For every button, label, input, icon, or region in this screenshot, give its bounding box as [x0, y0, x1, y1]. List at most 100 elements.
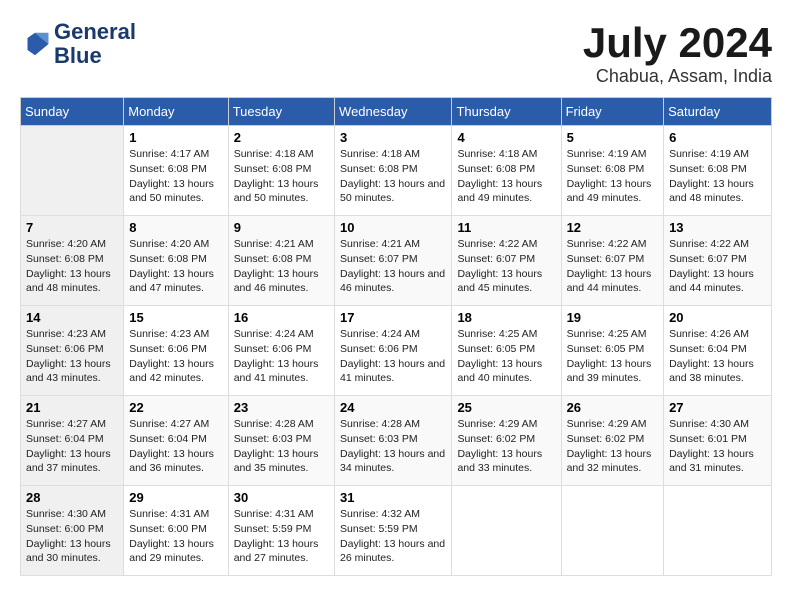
day-info: Sunrise: 4:28 AMSunset: 6:03 PMDaylight:…	[234, 417, 329, 476]
day-number: 10	[340, 220, 446, 235]
calendar-cell: 27 Sunrise: 4:30 AMSunset: 6:01 PMDayligh…	[664, 396, 772, 486]
calendar-cell: 11 Sunrise: 4:22 AMSunset: 6:07 PMDayligh…	[452, 216, 561, 306]
calendar-week-row: 14 Sunrise: 4:23 AMSunset: 6:06 PMDayligh…	[21, 306, 772, 396]
calendar-cell: 6Sunrise: 4:19 AMSunset: 6:08 PMDaylight…	[664, 126, 772, 216]
day-info: Sunrise: 4:22 AMSunset: 6:07 PMDaylight:…	[457, 237, 555, 296]
day-info: Sunrise: 4:21 AMSunset: 6:07 PMDaylight:…	[340, 237, 446, 296]
calendar-cell: 20 Sunrise: 4:26 AMSunset: 6:04 PMDayligh…	[664, 306, 772, 396]
month-year: July 2024	[583, 20, 772, 66]
location: Chabua, Assam, India	[583, 66, 772, 87]
calendar-cell: 2 Sunrise: 4:18 AMSunset: 6:08 PMDaylight…	[228, 126, 334, 216]
day-info: Sunrise: 4:19 AMSunset: 6:08 PMDaylight:…	[669, 147, 766, 206]
calendar-cell: 16Sunrise: 4:24 AMSunset: 6:06 PMDayligh…	[228, 306, 334, 396]
day-info: Sunrise: 4:22 AMSunset: 6:07 PMDaylight:…	[669, 237, 766, 296]
calendar-cell: 17 Sunrise: 4:24 AMSunset: 6:06 PMDayligh…	[335, 306, 452, 396]
day-number: 29	[129, 490, 222, 505]
calendar-cell: 4 Sunrise: 4:18 AMSunset: 6:08 PMDaylight…	[452, 126, 561, 216]
calendar-week-row: 7 Sunrise: 4:20 AMSunset: 6:08 PMDaylight…	[21, 216, 772, 306]
day-number: 4	[457, 130, 555, 145]
day-number: 2	[234, 130, 329, 145]
day-info: Sunrise: 4:26 AMSunset: 6:04 PMDaylight:…	[669, 327, 766, 386]
day-number: 17	[340, 310, 446, 325]
day-info: Sunrise: 4:30 AMSunset: 6:01 PMDaylight:…	[669, 417, 766, 476]
day-info: Sunrise: 4:24 AMSunset: 6:06 PMDaylight:…	[234, 327, 329, 386]
day-info: Sunrise: 4:18 AMSunset: 6:08 PMDaylight:…	[234, 147, 329, 206]
day-info: Sunrise: 4:17 AMSunset: 6:08 PMDaylight:…	[129, 147, 222, 206]
logo-line1: General	[54, 20, 136, 44]
day-info: Sunrise: 4:31 AMSunset: 6:00 PMDaylight:…	[129, 507, 222, 566]
calendar-cell	[664, 486, 772, 576]
calendar-header-row: Sunday Monday Tuesday Wednesday Thursday…	[21, 98, 772, 126]
day-number: 30	[234, 490, 329, 505]
day-info: Sunrise: 4:25 AMSunset: 6:05 PMDaylight:…	[457, 327, 555, 386]
day-number: 7	[26, 220, 118, 235]
day-info: Sunrise: 4:18 AMSunset: 6:08 PMDaylight:…	[457, 147, 555, 206]
logo: General Blue	[20, 20, 136, 68]
calendar-week-row: 21 Sunrise: 4:27 AMSunset: 6:04 PMDayligh…	[21, 396, 772, 486]
day-info: Sunrise: 4:32 AMSunset: 5:59 PMDaylight:…	[340, 507, 446, 566]
day-number: 9	[234, 220, 329, 235]
day-number: 8	[129, 220, 222, 235]
day-info: Sunrise: 4:29 AMSunset: 6:02 PMDaylight:…	[567, 417, 659, 476]
calendar-cell	[452, 486, 561, 576]
day-info: Sunrise: 4:30 AMSunset: 6:00 PMDaylight:…	[26, 507, 118, 566]
col-friday: Friday	[561, 98, 664, 126]
day-number: 27	[669, 400, 766, 415]
day-number: 31	[340, 490, 446, 505]
calendar-cell: 3 Sunrise: 4:18 AMSunset: 6:08 PMDaylight…	[335, 126, 452, 216]
day-number: 25	[457, 400, 555, 415]
logo-line2: Blue	[54, 44, 136, 68]
calendar-table: Sunday Monday Tuesday Wednesday Thursday…	[20, 97, 772, 576]
day-info: Sunrise: 4:23 AMSunset: 6:06 PMDaylight:…	[26, 327, 118, 386]
calendar-cell: 1 Sunrise: 4:17 AMSunset: 6:08 PMDaylight…	[124, 126, 228, 216]
calendar-cell: 12Sunrise: 4:22 AMSunset: 6:07 PMDayligh…	[561, 216, 664, 306]
day-number: 1	[129, 130, 222, 145]
day-info: Sunrise: 4:24 AMSunset: 6:06 PMDaylight:…	[340, 327, 446, 386]
calendar-cell: 8 Sunrise: 4:20 AMSunset: 6:08 PMDaylight…	[124, 216, 228, 306]
col-sunday: Sunday	[21, 98, 124, 126]
day-number: 5	[567, 130, 659, 145]
day-number: 13	[669, 220, 766, 235]
day-number: 22	[129, 400, 222, 415]
calendar-cell: 9 Sunrise: 4:21 AMSunset: 6:08 PMDaylight…	[228, 216, 334, 306]
day-number: 24	[340, 400, 446, 415]
calendar-cell	[561, 486, 664, 576]
day-info: Sunrise: 4:20 AMSunset: 6:08 PMDaylight:…	[26, 237, 118, 296]
day-number: 19	[567, 310, 659, 325]
day-info: Sunrise: 4:28 AMSunset: 6:03 PMDaylight:…	[340, 417, 446, 476]
calendar-cell: 24 Sunrise: 4:28 AMSunset: 6:03 PMDayligh…	[335, 396, 452, 486]
day-number: 21	[26, 400, 118, 415]
day-number: 3	[340, 130, 446, 145]
calendar-cell: 5Sunrise: 4:19 AMSunset: 6:08 PMDaylight…	[561, 126, 664, 216]
col-wednesday: Wednesday	[335, 98, 452, 126]
day-number: 15	[129, 310, 222, 325]
calendar-week-row: 1 Sunrise: 4:17 AMSunset: 6:08 PMDaylight…	[21, 126, 772, 216]
day-info: Sunrise: 4:25 AMSunset: 6:05 PMDaylight:…	[567, 327, 659, 386]
day-info: Sunrise: 4:18 AMSunset: 6:08 PMDaylight:…	[340, 147, 446, 206]
day-number: 20	[669, 310, 766, 325]
page-header: General Blue July 2024 Chabua, Assam, In…	[20, 20, 772, 87]
day-info: Sunrise: 4:31 AMSunset: 5:59 PMDaylight:…	[234, 507, 329, 566]
calendar-cell: 18Sunrise: 4:25 AMSunset: 6:05 PMDayligh…	[452, 306, 561, 396]
logo-text: General Blue	[54, 20, 136, 68]
day-info: Sunrise: 4:27 AMSunset: 6:04 PMDaylight:…	[129, 417, 222, 476]
day-number: 11	[457, 220, 555, 235]
calendar-cell: 10 Sunrise: 4:21 AMSunset: 6:07 PMDayligh…	[335, 216, 452, 306]
calendar-cell: 19 Sunrise: 4:25 AMSunset: 6:05 PMDayligh…	[561, 306, 664, 396]
day-info: Sunrise: 4:29 AMSunset: 6:02 PMDaylight:…	[457, 417, 555, 476]
day-number: 14	[26, 310, 118, 325]
calendar-cell: 29 Sunrise: 4:31 AMSunset: 6:00 PMDayligh…	[124, 486, 228, 576]
calendar-cell: 23 Sunrise: 4:28 AMSunset: 6:03 PMDayligh…	[228, 396, 334, 486]
col-thursday: Thursday	[452, 98, 561, 126]
day-info: Sunrise: 4:27 AMSunset: 6:04 PMDaylight:…	[26, 417, 118, 476]
day-info: Sunrise: 4:20 AMSunset: 6:08 PMDaylight:…	[129, 237, 222, 296]
title-section: July 2024 Chabua, Assam, India	[583, 20, 772, 87]
calendar-cell: 7 Sunrise: 4:20 AMSunset: 6:08 PMDaylight…	[21, 216, 124, 306]
calendar-cell	[21, 126, 124, 216]
day-info: Sunrise: 4:22 AMSunset: 6:07 PMDaylight:…	[567, 237, 659, 296]
day-info: Sunrise: 4:21 AMSunset: 6:08 PMDaylight:…	[234, 237, 329, 296]
day-number: 23	[234, 400, 329, 415]
day-number: 28	[26, 490, 118, 505]
day-info: Sunrise: 4:23 AMSunset: 6:06 PMDaylight:…	[129, 327, 222, 386]
calendar-cell: 31 Sunrise: 4:32 AMSunset: 5:59 PMDayligh…	[335, 486, 452, 576]
